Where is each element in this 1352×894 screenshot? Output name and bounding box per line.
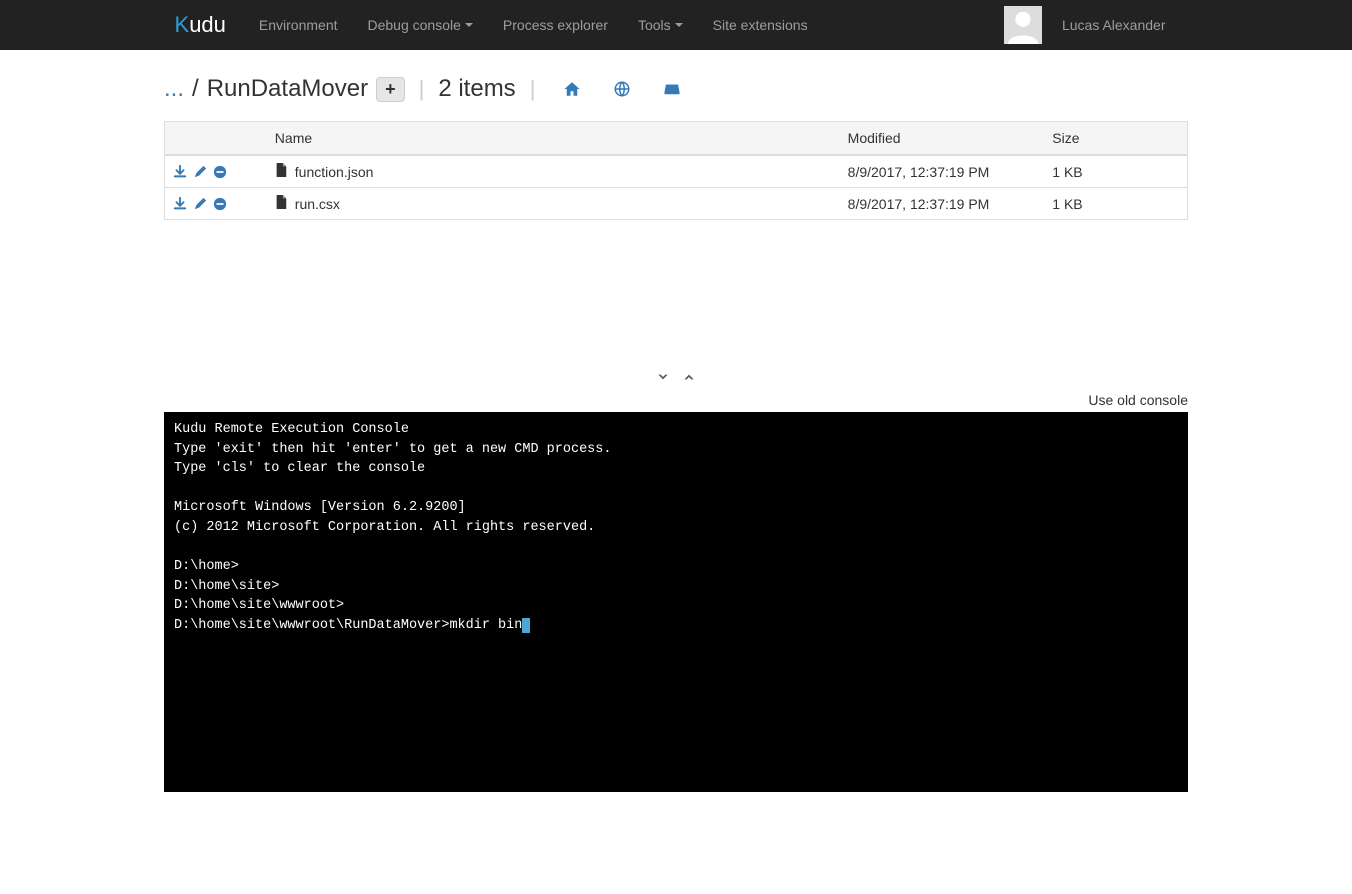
file-size: 1 KB (1044, 155, 1187, 188)
file-size: 1 KB (1044, 188, 1187, 220)
caret-down-icon (675, 23, 683, 27)
breadcrumb-parent-ellipsis[interactable]: ... (164, 75, 184, 103)
home-icon[interactable] (563, 80, 581, 98)
brand-k: K (175, 12, 190, 38)
nav-debug-console[interactable]: Debug console (353, 0, 488, 50)
chevron-down-icon[interactable] (654, 370, 672, 384)
table-row[interactable]: function.json 8/9/2017, 12:37:19 PM1 KB (165, 155, 1188, 188)
caret-down-icon (465, 23, 473, 27)
file-modified: 8/9/2017, 12:37:19 PM (840, 155, 1045, 188)
disk-icon[interactable] (663, 80, 681, 98)
console[interactable]: Kudu Remote Execution Console Type 'exit… (164, 412, 1188, 792)
file-name: function.json (295, 164, 374, 180)
nav-items: Environment Debug console Process explor… (244, 0, 823, 50)
chevron-up-icon[interactable] (680, 370, 698, 384)
edit-icon[interactable] (193, 165, 207, 179)
delete-icon[interactable] (213, 165, 227, 179)
navbar: Kudu Environment Debug console Process e… (0, 0, 1352, 50)
splitter-handle[interactable] (164, 370, 1188, 384)
col-header-modified[interactable]: Modified (840, 122, 1045, 156)
avatar[interactable] (1004, 6, 1042, 44)
download-icon[interactable] (173, 197, 187, 211)
console-current-line[interactable]: D:\home\site\wwwroot\RunDataMover>mkdir … (174, 618, 522, 633)
breadcrumb-separator: / (192, 75, 199, 103)
table-row[interactable]: run.csx 8/9/2017, 12:37:19 PM1 KB (165, 188, 1188, 220)
vertical-separator: | (530, 76, 536, 102)
username[interactable]: Lucas Alexander (1062, 17, 1181, 33)
nav-environment[interactable]: Environment (244, 0, 353, 50)
col-header-actions (165, 122, 267, 156)
console-cursor (522, 618, 530, 633)
breadcrumb: ... / RunDataMover + | 2 items | (164, 75, 1188, 103)
item-count: 2 items (438, 75, 515, 103)
file-icon (275, 195, 287, 212)
file-table: Name Modified Size function.json 8/9/2017… (164, 121, 1188, 220)
delete-icon[interactable] (213, 197, 227, 211)
nav-process-explorer[interactable]: Process explorer (488, 0, 623, 50)
nav-tools[interactable]: Tools (623, 0, 698, 50)
brand-rest: udu (189, 12, 226, 38)
use-old-console-link[interactable]: Use old console (164, 392, 1188, 408)
file-modified: 8/9/2017, 12:37:19 PM (840, 188, 1045, 220)
col-header-size[interactable]: Size (1044, 122, 1187, 156)
globe-icon[interactable] (613, 80, 631, 98)
brand-logo[interactable]: Kudu (157, 0, 244, 50)
breadcrumb-current: RunDataMover (207, 75, 368, 103)
file-icon (275, 163, 287, 180)
vertical-separator: | (419, 76, 425, 102)
col-header-name[interactable]: Name (267, 122, 840, 156)
edit-icon[interactable] (193, 197, 207, 211)
download-icon[interactable] (173, 165, 187, 179)
nav-site-extensions[interactable]: Site extensions (698, 0, 823, 50)
file-name: run.csx (295, 196, 340, 212)
add-button[interactable]: + (376, 77, 405, 102)
